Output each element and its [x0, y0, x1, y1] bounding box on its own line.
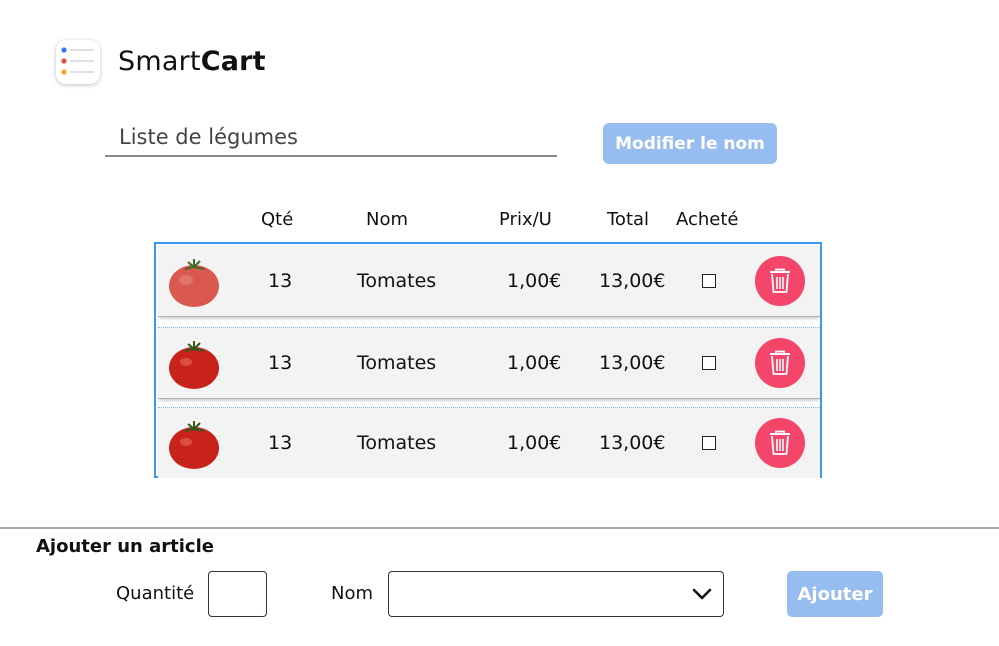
- rename-button[interactable]: Modifier le nom: [603, 123, 777, 164]
- add-button[interactable]: Ajouter: [787, 571, 883, 617]
- header-name: Nom: [366, 209, 409, 230]
- trash-icon: [770, 350, 790, 375]
- quantity-input[interactable]: [208, 571, 267, 617]
- row-unit-price: 1,00€: [507, 352, 562, 374]
- name-label: Nom: [331, 583, 374, 604]
- header-quantity: Qté: [261, 209, 294, 230]
- name-select[interactable]: [388, 571, 724, 617]
- table-row: 13 Tomates 1,00€ 13,00€: [158, 407, 820, 478]
- app-title: SmartCart: [118, 46, 266, 77]
- items-table: 13 Tomates 1,00€ 13,00€ 13 Tomates 1,00€…: [154, 242, 822, 478]
- row-name: Tomates: [357, 352, 437, 374]
- header-purchased: Acheté: [676, 209, 739, 230]
- delete-button[interactable]: [755, 256, 805, 306]
- row-unit-price: 1,00€: [507, 432, 562, 454]
- list-name-input[interactable]: [105, 118, 557, 157]
- tomato-image: [169, 259, 219, 307]
- delete-button[interactable]: [755, 418, 805, 468]
- row-total: 13,00€: [599, 352, 666, 374]
- app-name-light: Smart: [118, 46, 201, 77]
- row-quantity: 13: [268, 270, 293, 292]
- row-quantity: 13: [268, 432, 293, 454]
- header-total: Total: [607, 209, 650, 230]
- add-item-title: Ajouter un article: [36, 536, 214, 557]
- row-unit-price: 1,00€: [507, 270, 562, 292]
- tomato-image: [169, 421, 219, 469]
- section-divider: [0, 527, 999, 529]
- row-total: 13,00€: [599, 432, 666, 454]
- tomato-image: [169, 341, 219, 389]
- row-quantity: 13: [268, 352, 293, 374]
- table-row: 13 Tomates 1,00€ 13,00€: [158, 327, 820, 399]
- app-name-bold: Cart: [200, 46, 266, 77]
- row-name: Tomates: [357, 432, 437, 454]
- delete-button[interactable]: [755, 338, 805, 388]
- purchased-checkbox[interactable]: [702, 436, 716, 450]
- purchased-checkbox[interactable]: [702, 274, 716, 288]
- chevron-down-icon: [692, 588, 712, 600]
- trash-icon: [770, 430, 790, 455]
- trash-icon: [770, 268, 790, 293]
- table-row: 13 Tomates 1,00€ 13,00€: [158, 246, 820, 317]
- quantity-label: Quantité: [116, 583, 195, 604]
- row-total: 13,00€: [599, 270, 666, 292]
- header-unit-price: Prix/U: [499, 209, 552, 230]
- purchased-checkbox[interactable]: [702, 356, 716, 370]
- app-logo-icon: [56, 40, 100, 84]
- row-name: Tomates: [357, 270, 437, 292]
